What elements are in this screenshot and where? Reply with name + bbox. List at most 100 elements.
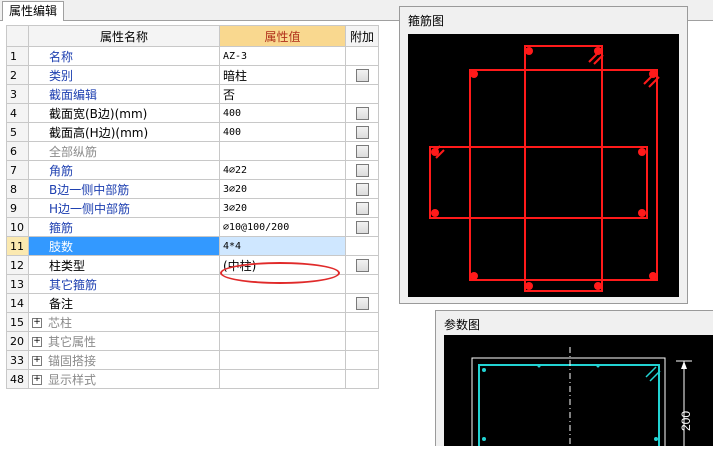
expand-plus-icon[interactable]: + bbox=[32, 356, 42, 366]
extra-checkbox[interactable] bbox=[355, 164, 369, 177]
row-extra bbox=[345, 103, 379, 123]
expand-plus-icon[interactable]: + bbox=[32, 318, 42, 328]
table-row-selected[interactable]: 11 肢数 4*4 bbox=[6, 236, 379, 256]
row-name: B边一侧中部筋 bbox=[28, 179, 220, 199]
extra-checkbox[interactable] bbox=[355, 145, 369, 158]
table-row[interactable]: 2 类别 暗柱 bbox=[6, 65, 379, 85]
row-name: 截面宽(B边)(mm) bbox=[28, 103, 220, 123]
table-row-group[interactable]: 48 + 显示样式 bbox=[6, 369, 379, 389]
row-extra bbox=[345, 369, 379, 389]
row-number: 15 bbox=[6, 312, 29, 332]
param-dot bbox=[654, 437, 658, 441]
row-name: 柱类型 bbox=[28, 255, 220, 275]
param-dot bbox=[537, 364, 541, 368]
row-name: 截面高(H边)(mm) bbox=[28, 122, 220, 142]
row-value[interactable]: 400 bbox=[219, 122, 346, 142]
row-value[interactable] bbox=[219, 141, 346, 161]
row-name: 名称 bbox=[28, 46, 220, 66]
rebar-dot bbox=[594, 282, 602, 290]
table-row[interactable]: 10 箍筋 ⌀10@100/200 bbox=[6, 217, 379, 237]
row-value[interactable]: 暗柱 bbox=[219, 65, 346, 85]
row-number: 5 bbox=[6, 122, 29, 142]
table-row[interactable]: 6 全部纵筋 bbox=[6, 141, 379, 161]
table-row[interactable]: 8 B边一侧中部筋 3⌀20 bbox=[6, 179, 379, 199]
row-number: 48 bbox=[6, 369, 29, 389]
row-name-group[interactable]: + 锚固搭接 bbox=[28, 350, 220, 370]
extra-checkbox[interactable] bbox=[355, 183, 369, 196]
rebar-dot bbox=[431, 209, 439, 217]
param-outline bbox=[471, 357, 666, 449]
row-name: 箍筋 bbox=[28, 217, 220, 237]
group-label: 其它属性 bbox=[48, 334, 97, 349]
rebar-dot bbox=[470, 272, 478, 280]
row-number: 12 bbox=[6, 255, 29, 275]
table-row[interactable]: 5 截面高(H边)(mm) 400 bbox=[6, 122, 379, 142]
row-name: 角筋 bbox=[28, 160, 220, 180]
row-number: 3 bbox=[6, 84, 29, 104]
param-stirrup bbox=[478, 364, 660, 449]
table-row-group[interactable]: 20 + 其它属性 bbox=[6, 331, 379, 351]
row-number: 7 bbox=[6, 160, 29, 180]
expand-plus-icon[interactable]: + bbox=[32, 375, 42, 385]
row-value bbox=[219, 350, 346, 370]
row-number: 8 bbox=[6, 179, 29, 199]
rebar-dot bbox=[649, 272, 657, 280]
extra-checkbox[interactable] bbox=[355, 221, 369, 234]
extra-checkbox[interactable] bbox=[355, 126, 369, 139]
table-row[interactable]: 9 H边一侧中部筋 3⌀20 bbox=[6, 198, 379, 218]
row-name-group[interactable]: + 其它属性 bbox=[28, 331, 220, 351]
table-row[interactable]: 14 备注 bbox=[6, 293, 379, 313]
rebar-dot bbox=[525, 47, 533, 55]
row-value[interactable]: 否 bbox=[219, 84, 346, 104]
row-name: 肢数 bbox=[28, 236, 220, 256]
row-extra bbox=[345, 179, 379, 199]
table-row[interactable]: 1 名称 AZ-3 bbox=[6, 46, 379, 66]
param-dot bbox=[482, 437, 486, 441]
table-row-group[interactable]: 33 + 锚固搭接 bbox=[6, 350, 379, 370]
extra-checkbox[interactable] bbox=[355, 259, 369, 272]
row-extra bbox=[345, 198, 379, 218]
row-extra bbox=[345, 141, 379, 161]
extra-checkbox[interactable] bbox=[355, 297, 369, 310]
outer-stirrup bbox=[469, 69, 658, 281]
annotation-red-circle bbox=[220, 262, 340, 284]
row-extra bbox=[345, 217, 379, 237]
row-name: 其它箍筋 bbox=[28, 274, 220, 294]
row-value[interactable]: 3⌀20 bbox=[219, 179, 346, 199]
dimension-label: 200 bbox=[679, 411, 693, 431]
row-name: 类别 bbox=[28, 65, 220, 85]
table-row[interactable]: 7 角筋 4⌀22 bbox=[6, 160, 379, 180]
row-value bbox=[219, 369, 346, 389]
table-row[interactable]: 4 截面宽(B边)(mm) 400 bbox=[6, 103, 379, 123]
row-value[interactable]: ⌀10@100/200 bbox=[219, 217, 346, 237]
row-number: 20 bbox=[6, 331, 29, 351]
table-row-group[interactable]: 15 + 芯柱 bbox=[6, 312, 379, 332]
row-number: 13 bbox=[6, 274, 29, 294]
tab-property-edit[interactable]: 属性编辑 bbox=[2, 1, 65, 21]
row-name-group[interactable]: + 芯柱 bbox=[28, 312, 220, 332]
row-extra bbox=[345, 255, 379, 275]
row-extra bbox=[345, 293, 379, 313]
row-value[interactable]: AZ-3 bbox=[219, 46, 346, 66]
horizontal-inner-stirrup bbox=[429, 146, 648, 219]
row-number: 14 bbox=[6, 293, 29, 313]
row-value[interactable]: 3⌀20 bbox=[219, 198, 346, 218]
row-extra bbox=[345, 331, 379, 351]
row-value-input[interactable]: 4*4 bbox=[219, 236, 346, 256]
rebar-dot bbox=[470, 70, 478, 78]
expand-plus-icon[interactable]: + bbox=[32, 337, 42, 347]
table-row[interactable]: 3 截面编辑 否 bbox=[6, 84, 379, 104]
row-name-group[interactable]: + 显示样式 bbox=[28, 369, 220, 389]
extra-checkbox[interactable] bbox=[355, 202, 369, 215]
param-diagram: 200 bbox=[471, 347, 693, 449]
param-dot bbox=[482, 368, 486, 372]
dimension-arrow bbox=[681, 361, 687, 369]
row-value[interactable] bbox=[219, 293, 346, 313]
group-label: 锚固搭接 bbox=[48, 353, 97, 368]
extra-checkbox[interactable] bbox=[355, 69, 369, 82]
row-value[interactable]: 400 bbox=[219, 103, 346, 123]
extra-checkbox[interactable] bbox=[355, 107, 369, 120]
row-value[interactable]: 4⌀22 bbox=[219, 160, 346, 180]
header-index bbox=[6, 25, 29, 47]
row-number: 11 bbox=[6, 236, 29, 256]
